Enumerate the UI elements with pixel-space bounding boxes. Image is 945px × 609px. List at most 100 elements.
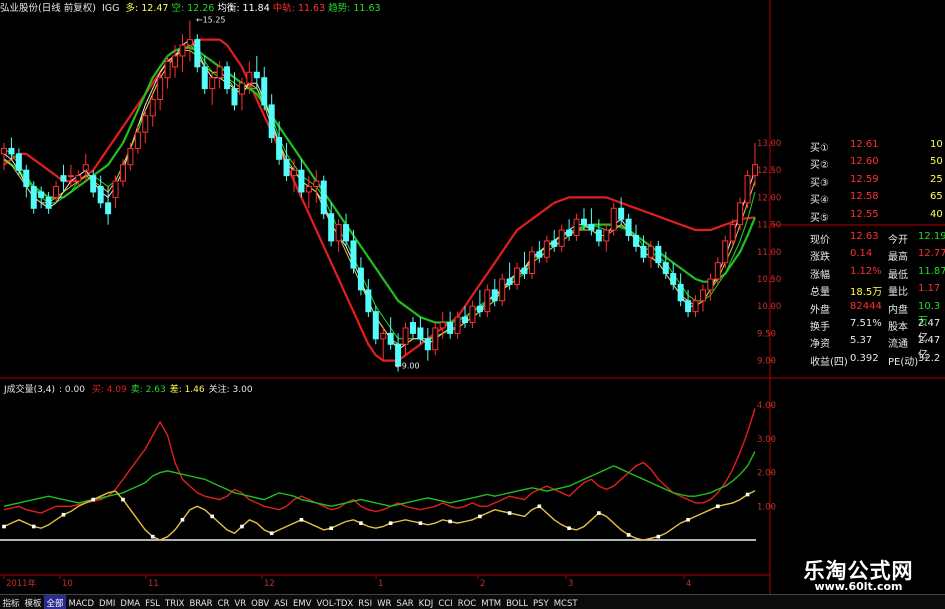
sub-dot [507, 511, 512, 515]
candle-body [60, 175, 67, 182]
candle-body [1, 147, 7, 155]
bid-volume: 25 [930, 173, 943, 185]
candle-body [662, 262, 669, 275]
stat-label: 涨幅 [810, 269, 830, 281]
tab-7[interactable]: TRIX [163, 597, 187, 609]
tab-6[interactable]: FSL [143, 597, 163, 609]
candle-body [439, 322, 446, 329]
stat-label: 最高 [888, 252, 908, 264]
stat-row: 外盘 82444 内盘 10.3万 [770, 298, 945, 327]
sub-dot [597, 511, 601, 515]
sub-dot [91, 497, 96, 502]
sub-tick-label: 2.00 [757, 469, 776, 479]
tab-21[interactable]: MTM [479, 597, 504, 609]
bid-row[interactable]: 买④ 12.58 65 [770, 188, 945, 206]
sub-dot [656, 534, 661, 539]
tab-20[interactable]: ROC [455, 597, 479, 609]
stat-label: 换手 [810, 322, 830, 333]
stat-value: 32.2 [918, 352, 941, 364]
tab-23[interactable]: PSY [530, 597, 551, 609]
tab-11[interactable]: OBV [249, 597, 272, 609]
candle-body [268, 104, 275, 139]
tab-8[interactable]: BRAR [187, 597, 215, 609]
candle-body [238, 82, 245, 95]
candle-body [164, 60, 171, 79]
stat-value: 1.17 [918, 283, 941, 295]
tab-16[interactable]: WR [375, 597, 394, 609]
candle-body [253, 71, 260, 79]
bid-price: 12.55 [850, 208, 879, 220]
bid-row[interactable]: 买③ 12.59 25 [770, 171, 945, 189]
x-axis-label: 11 [148, 579, 159, 589]
tab-2[interactable]: 全部 [44, 595, 67, 609]
bid-row[interactable]: 买⑤ 12.55 40 [770, 206, 945, 224]
tab-12[interactable]: ASI [272, 597, 291, 609]
brand-url: www.60lt.com [814, 580, 903, 593]
tab-17[interactable]: SAR [394, 597, 416, 609]
candle-body [209, 77, 216, 90]
candle-body [357, 267, 364, 291]
sub-dot [150, 534, 155, 539]
x-axis-label: 2 [480, 579, 485, 589]
candle-body [246, 71, 253, 84]
candle-body [224, 66, 231, 90]
bid-row[interactable]: 买② 12.60 50 [770, 153, 945, 172]
sub-dot [686, 517, 690, 522]
sub-dot [2, 524, 6, 529]
tab-24[interactable]: MCST [551, 597, 580, 609]
stat-label: 股本 [888, 322, 908, 333]
stat-value: 0.14 [850, 248, 873, 260]
stat-value: 1.12% [850, 265, 882, 277]
sub-value-1: 卖: 2.63 [130, 385, 166, 395]
tab-1[interactable]: 模板 [22, 595, 44, 609]
tab-5[interactable]: DMA [118, 597, 143, 609]
candle-body [603, 229, 610, 242]
tab-22[interactable]: BOLL [504, 597, 531, 609]
candle-body [75, 175, 82, 182]
low-annotation: ←9.00 [395, 362, 420, 371]
sub-dot [418, 521, 423, 525]
tab-18[interactable]: KDJ [416, 597, 436, 609]
x-axis-label: 4 [686, 579, 691, 589]
sub-indicator-values: 买: 4.09 卖: 2.63 差: 1.46 关注: 3.00 [92, 385, 257, 395]
sub-dot [121, 497, 125, 502]
tab-4[interactable]: DMI [97, 597, 118, 609]
candle-body [588, 224, 595, 231]
candle-body [447, 322, 454, 334]
sub-value-3: 关注: 3.00 [208, 385, 253, 395]
candle-body [692, 300, 699, 313]
candle-body [633, 234, 640, 247]
tab-10[interactable]: VR [232, 597, 249, 609]
tab-14[interactable]: VOL-TDX [314, 597, 356, 609]
candle-body [558, 229, 565, 247]
tab-3[interactable]: MACD [66, 597, 96, 609]
candle-body [179, 44, 186, 57]
candle-body [566, 229, 573, 236]
candle-body [499, 278, 506, 302]
bid-label: 买② [810, 160, 829, 172]
candle-body [380, 332, 387, 340]
bid-label: 买③ [810, 177, 829, 189]
candle-body [506, 278, 513, 285]
bid-row[interactable]: 买① 12.61 10 [770, 136, 945, 154]
tab-9[interactable]: CR [215, 597, 232, 609]
sub-dot [240, 524, 244, 529]
candle-body [409, 322, 416, 334]
candle-body [722, 240, 729, 264]
sub-dot [61, 512, 66, 517]
stat-label: 净资 [810, 339, 830, 351]
candle-body [647, 245, 654, 258]
sub-dot [180, 517, 185, 522]
candle-body [8, 147, 15, 155]
stat-label: 内盘 [888, 304, 908, 316]
candle-body [283, 158, 290, 177]
candle-body [201, 66, 208, 90]
bid-price: 12.58 [850, 191, 879, 203]
tab-13[interactable]: EMV [290, 597, 314, 609]
tab-15[interactable]: RSI [356, 597, 375, 609]
candle-body [127, 147, 134, 166]
sub-tick-label: 4.00 [757, 401, 776, 411]
tab-0[interactable]: 指标 [0, 595, 22, 609]
tab-19[interactable]: CCI [436, 597, 455, 609]
candle-body [134, 131, 141, 149]
